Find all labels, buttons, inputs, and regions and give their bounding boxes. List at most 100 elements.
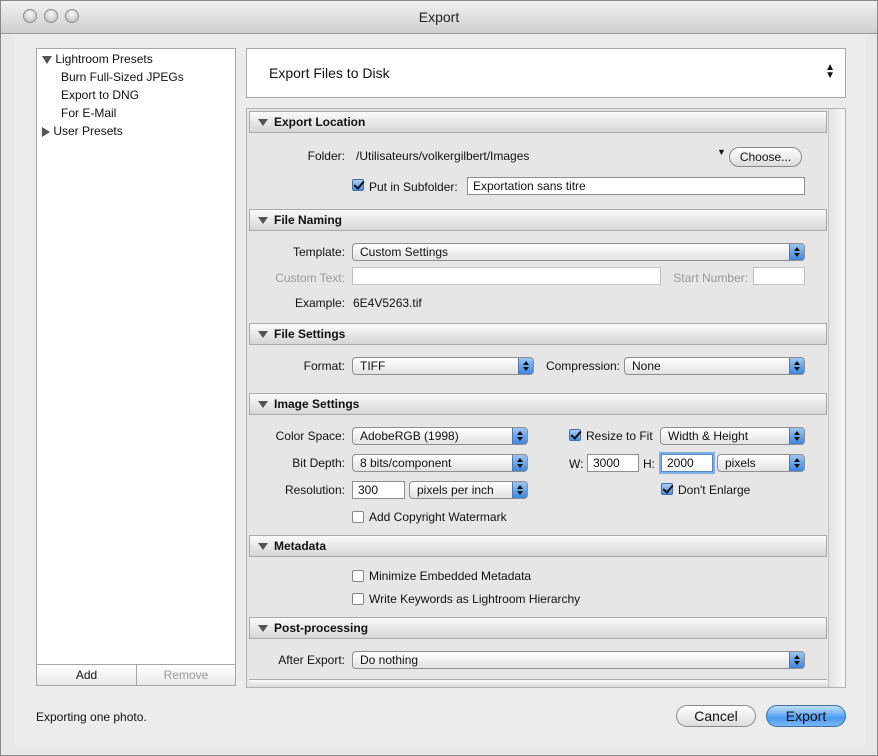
compression-popup[interactable]: None (624, 357, 805, 375)
keywords-hierarchy-checkbox[interactable] (352, 593, 364, 605)
custom-text-input[interactable] (352, 267, 661, 285)
format-popup[interactable]: TIFF (352, 357, 534, 375)
subfolder-checkbox[interactable] (352, 179, 364, 191)
folder-label: Folder: (307, 149, 345, 163)
add-preset-button[interactable]: Add (37, 665, 137, 685)
after-export-label: After Export: (278, 653, 345, 667)
resolution-unit-popup[interactable]: pixels per inch (409, 481, 528, 499)
color-space-label: Color Space: (275, 429, 345, 443)
watermark-checkbox[interactable] (352, 511, 364, 523)
section-header-file-naming[interactable]: File Naming (249, 209, 827, 231)
disclosure-triangle-icon[interactable] (258, 217, 268, 224)
disclosure-triangle-icon[interactable] (258, 401, 268, 408)
resolution-unit-value: pixels per inch (417, 483, 494, 497)
section-header-export-location[interactable]: Export Location (249, 111, 827, 133)
color-space-popup[interactable]: AdobeRGB (1998) (352, 427, 528, 445)
compression-value: None (632, 359, 661, 373)
disclosure-triangle-icon[interactable] (42, 126, 50, 137)
export-destination-value: Export Files to Disk (269, 65, 390, 81)
preset-group-label: User Presets (53, 124, 123, 138)
disclosure-triangle-icon[interactable] (258, 331, 268, 338)
bit-depth-value: 8 bits/component (360, 456, 452, 470)
popup-arrows-icon: ▲ ▼ (825, 62, 835, 81)
popup-arrows-icon (518, 358, 533, 374)
choose-folder-button[interactable]: Choose... (729, 147, 802, 167)
popup-arrows-icon (789, 455, 804, 471)
status-text: Exporting one photo. (36, 710, 147, 724)
resize-mode-popup[interactable]: Width & Height (660, 427, 805, 445)
popup-arrows-icon (512, 455, 527, 471)
folder-history-dropdown-icon[interactable]: ▼ (717, 147, 726, 157)
subfolder-label: Put in Subfolder: (369, 180, 458, 194)
section-title: Metadata (274, 539, 327, 553)
resolution-label: Resolution: (284, 483, 345, 497)
export-destination-popup[interactable]: Export Files to Disk ▲ ▼ (246, 48, 846, 98)
title-bar[interactable]: Export (1, 1, 877, 34)
width-input[interactable] (587, 454, 639, 472)
size-unit-popup[interactable]: pixels (717, 454, 805, 472)
section-title: Post-processing (274, 621, 369, 635)
disclosure-triangle-icon[interactable] (258, 625, 268, 632)
after-export-popup[interactable]: Do nothing (352, 651, 805, 669)
resize-to-fit-label: Resize to Fit (586, 429, 653, 443)
export-button[interactable]: Export (766, 705, 846, 727)
section-title: File Naming (274, 213, 343, 227)
preset-group-label: Lightroom Presets (55, 52, 153, 66)
minimize-metadata-label: Minimize Embedded Metadata (369, 569, 532, 583)
start-number-label: Start Number: (673, 271, 748, 285)
section-title: Image Settings (274, 397, 360, 411)
cancel-button[interactable]: Cancel (676, 705, 756, 727)
export-dialog: Export Lightroom Presets Burn Full-Sized… (0, 0, 878, 756)
after-export-value: Do nothing (360, 653, 419, 667)
dialog-content: Lightroom Presets Burn Full-Sized JPEGs … (15, 34, 865, 748)
start-number-input[interactable] (753, 267, 805, 285)
template-popup[interactable]: Custom Settings (352, 243, 805, 261)
vertical-scrollbar[interactable] (828, 109, 845, 687)
preset-group-lightroom[interactable]: Lightroom Presets (42, 50, 153, 68)
template-label: Template: (292, 245, 345, 259)
popup-arrows-icon (512, 482, 527, 498)
preset-button-bar: Add Remove (36, 664, 236, 686)
resize-to-fit-checkbox[interactable] (569, 429, 581, 441)
disclosure-triangle-icon[interactable] (42, 55, 52, 64)
width-label: W: (569, 457, 584, 471)
disclosure-triangle-icon[interactable] (258, 119, 268, 126)
size-unit-value: pixels (725, 456, 756, 470)
section-header-metadata[interactable]: Metadata (249, 535, 827, 557)
format-value: TIFF (360, 359, 386, 373)
popup-arrows-icon (789, 244, 804, 260)
disclosure-triangle-icon[interactable] (258, 543, 268, 550)
watermark-label: Add Copyright Watermark (369, 510, 507, 524)
popup-arrows-icon (789, 652, 804, 668)
bit-depth-popup[interactable]: 8 bits/component (352, 454, 528, 472)
section-title: Export Location (274, 115, 366, 129)
remove-preset-button[interactable]: Remove (137, 665, 235, 685)
section-header-image-settings[interactable]: Image Settings (249, 393, 827, 415)
height-label: H: (643, 457, 655, 471)
popup-arrows-icon (789, 428, 804, 444)
compression-label: Compression: (545, 359, 620, 373)
preset-item[interactable]: For E-Mail (61, 104, 116, 122)
window-title: Export (418, 9, 460, 25)
minimize-metadata-checkbox[interactable] (352, 570, 364, 582)
bit-depth-label: Bit Depth: (292, 456, 345, 470)
keywords-hierarchy-label: Write Keywords as Lightroom Hierarchy (369, 592, 581, 606)
preset-group-user[interactable]: User Presets (42, 122, 123, 140)
dont-enlarge-checkbox[interactable] (661, 483, 673, 495)
example-label: Example: (294, 296, 345, 310)
folder-path: /Utilisateurs/volkergilbert/Images (356, 149, 530, 163)
resize-mode-value: Width & Height (668, 429, 749, 443)
popup-arrows-icon (789, 358, 804, 374)
subfolder-name-input[interactable] (467, 177, 805, 195)
popup-arrows-icon (512, 428, 527, 444)
section-title: File Settings (274, 327, 346, 341)
preset-item[interactable]: Export to DNG (61, 86, 139, 104)
height-input[interactable] (661, 454, 713, 472)
resolution-input[interactable] (352, 481, 405, 499)
next-section-header-edge (249, 679, 827, 687)
preset-item[interactable]: Burn Full-Sized JPEGs (61, 68, 184, 86)
color-space-value: AdobeRGB (1998) (360, 429, 459, 443)
template-value: Custom Settings (360, 245, 449, 259)
section-header-file-settings[interactable]: File Settings (249, 323, 827, 345)
section-header-post-processing[interactable]: Post-processing (249, 617, 827, 639)
